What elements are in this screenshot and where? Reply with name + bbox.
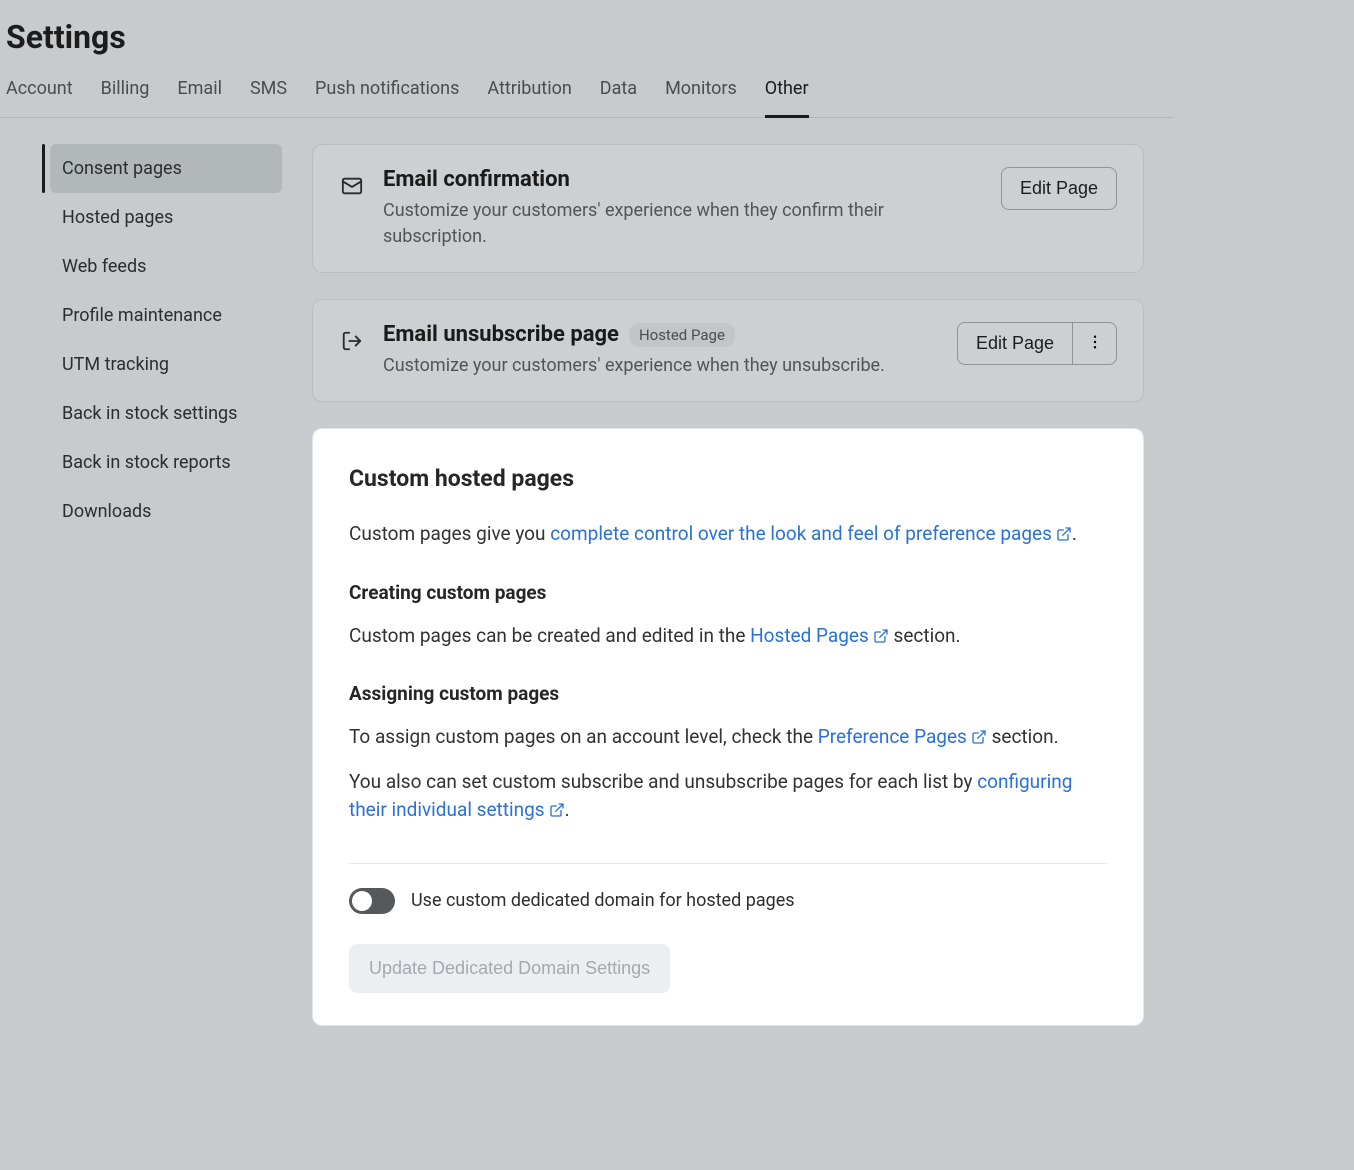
tab-account[interactable]: Account xyxy=(6,70,73,117)
link-hosted-pages[interactable]: Hosted Pages xyxy=(750,624,889,647)
sidebar-item-hosted-pages[interactable]: Hosted pages xyxy=(50,193,282,242)
text: To assign custom pages on an account lev… xyxy=(349,725,818,748)
sidebar-item-back-in-stock-reports[interactable]: Back in stock reports xyxy=(50,438,282,487)
card-desc: Customize your customers' experience whe… xyxy=(383,353,929,379)
custom-hosted-pages-card: Custom hosted pages Custom pages give yo… xyxy=(312,428,1144,1026)
text: . xyxy=(1072,522,1077,545)
tab-billing[interactable]: Billing xyxy=(101,70,150,117)
more-options-button[interactable] xyxy=(1072,323,1116,364)
card-title: Email unsubscribe page xyxy=(383,322,619,347)
custom-domain-toggle[interactable] xyxy=(349,888,395,914)
page-title: Settings xyxy=(0,0,1174,70)
assigning-text-1: To assign custom pages on an account lev… xyxy=(349,723,1107,754)
tab-push-notifications[interactable]: Push notifications xyxy=(315,70,459,117)
sidebar-item-downloads[interactable]: Downloads xyxy=(50,487,282,536)
text: section. xyxy=(987,725,1059,748)
external-link-icon xyxy=(1056,522,1072,551)
tabs: Account Billing Email SMS Push notificat… xyxy=(0,70,1174,118)
sidebar-item-web-feeds[interactable]: Web feeds xyxy=(50,242,282,291)
card-desc: Customize your customers' experience whe… xyxy=(383,198,973,250)
external-link-icon xyxy=(971,725,987,754)
section-title: Custom hosted pages xyxy=(349,465,1107,492)
hosted-page-badge: Hosted Page xyxy=(629,323,735,347)
sidebar-item-back-in-stock-settings[interactable]: Back in stock settings xyxy=(50,389,282,438)
external-link-icon xyxy=(873,624,889,653)
kebab-icon xyxy=(1086,333,1104,354)
intro-text: Custom pages give you complete control o… xyxy=(349,520,1107,551)
toggle-label: Use custom dedicated domain for hosted p… xyxy=(411,890,795,911)
tab-email[interactable]: Email xyxy=(177,70,222,117)
sidebar-item-utm-tracking[interactable]: UTM tracking xyxy=(50,340,282,389)
text: Custom pages give you xyxy=(349,522,550,545)
assigning-heading: Assigning custom pages xyxy=(349,682,1107,705)
sidebar-item-consent-pages[interactable]: Consent pages xyxy=(50,144,282,193)
divider xyxy=(349,863,1107,864)
tab-attribution[interactable]: Attribution xyxy=(487,70,571,117)
text: section. xyxy=(889,624,961,647)
mail-icon xyxy=(339,173,365,199)
card-title: Email confirmation xyxy=(383,167,973,192)
text: . xyxy=(565,798,570,821)
link-preference-pages-docs[interactable]: complete control over the look and feel … xyxy=(550,522,1072,545)
card-email-confirmation: Email confirmation Customize your custom… xyxy=(312,144,1144,273)
external-link-icon xyxy=(549,798,565,827)
edit-page-button[interactable]: Edit Page xyxy=(1001,167,1117,210)
sidebar-item-profile-maintenance[interactable]: Profile maintenance xyxy=(50,291,282,340)
tab-monitors[interactable]: Monitors xyxy=(665,70,737,117)
text: Custom pages can be created and edited i… xyxy=(349,624,750,647)
text: You also can set custom subscribe and un… xyxy=(349,770,977,793)
edit-page-button[interactable]: Edit Page xyxy=(958,323,1072,364)
card-email-unsubscribe: Email unsubscribe page Hosted Page Custo… xyxy=(312,299,1144,402)
tab-data[interactable]: Data xyxy=(600,70,637,117)
assigning-text-2: You also can set custom subscribe and un… xyxy=(349,768,1107,827)
link-preference-pages[interactable]: Preference Pages xyxy=(818,725,987,748)
creating-text: Custom pages can be created and edited i… xyxy=(349,622,1107,653)
update-dedicated-domain-button: Update Dedicated Domain Settings xyxy=(349,944,670,993)
sidebar: Consent pages Hosted pages Web feeds Pro… xyxy=(50,144,282,536)
tab-other[interactable]: Other xyxy=(765,70,809,118)
exit-icon xyxy=(339,328,365,354)
creating-heading: Creating custom pages xyxy=(349,581,1107,604)
tab-sms[interactable]: SMS xyxy=(250,70,287,117)
